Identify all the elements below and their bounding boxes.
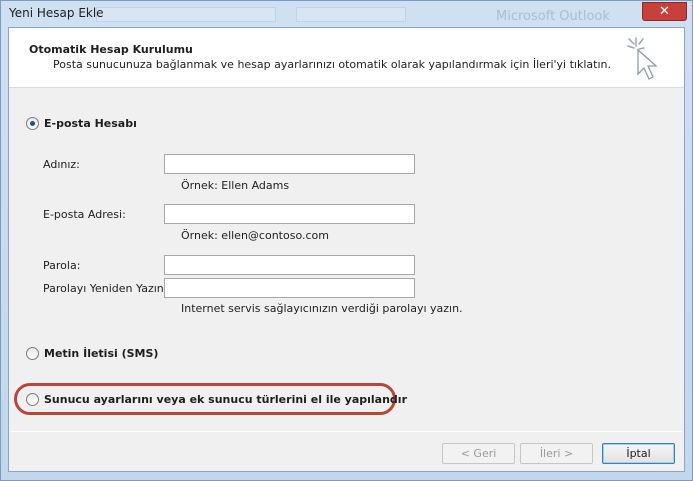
manual-config-option[interactable]: Sunucu ayarlarını veya ek sunucu türleri… <box>26 393 407 406</box>
close-icon: ✕ <box>659 4 670 19</box>
background-field <box>296 7 406 22</box>
cancel-button[interactable]: İptal <box>602 443 675 464</box>
email-account-option[interactable]: E-posta Hesabı <box>26 117 137 130</box>
email-hint: Örnek: ellen@contoso.com <box>181 229 329 242</box>
background-field <box>96 7 276 22</box>
wizard-header: Otomatik Hesap Kurulumu Posta sunucunuza… <box>9 28 684 88</box>
add-account-dialog: Microsoft Outlook Yeni Hesap Ekle ✕ Otom… <box>0 0 693 481</box>
password-confirm-input[interactable] <box>164 278 415 298</box>
password-label: Parola: <box>43 259 81 272</box>
header-title: Otomatik Hesap Kurulumu <box>29 43 193 56</box>
dialog-body: Otomatik Hesap Kurulumu Posta sunucunuza… <box>8 27 685 472</box>
back-button[interactable]: < Geri <box>442 443 515 464</box>
email-account-radio[interactable] <box>26 117 39 130</box>
window-title: Yeni Hesap Ekle <box>9 6 104 20</box>
name-label: Adınız: <box>43 158 80 171</box>
background-window-strip: Microsoft Outlook <box>96 5 686 25</box>
manual-config-radio[interactable] <box>26 393 39 406</box>
password-input[interactable] <box>164 255 415 275</box>
sms-label: Metin İletisi (SMS) <box>44 347 159 360</box>
name-input[interactable] <box>164 154 415 174</box>
password-confirm-label: Parolayı Yeniden Yazın: <box>43 282 168 295</box>
sms-radio[interactable] <box>26 347 39 360</box>
header-description: Posta sunucunuza bağlanmak ve hesap ayar… <box>53 58 611 71</box>
background-app-title: Microsoft Outlook <box>496 9 610 24</box>
sms-option[interactable]: Metin İletisi (SMS) <box>26 347 158 360</box>
name-hint: Örnek: Ellen Adams <box>181 179 290 192</box>
password-hint: Internet servis sağlayıcınızın verdiği p… <box>181 302 463 315</box>
manual-config-label: Sunucu ayarlarını veya ek sunucu türleri… <box>44 393 407 406</box>
email-input[interactable] <box>164 204 415 224</box>
cursor-sparkle-icon <box>627 37 658 80</box>
next-button[interactable]: İleri > <box>520 443 593 464</box>
email-label: E-posta Adresi: <box>43 208 126 221</box>
footer-divider <box>11 431 682 432</box>
email-account-label: E-posta Hesabı <box>44 117 137 130</box>
close-button[interactable]: ✕ <box>642 2 687 21</box>
